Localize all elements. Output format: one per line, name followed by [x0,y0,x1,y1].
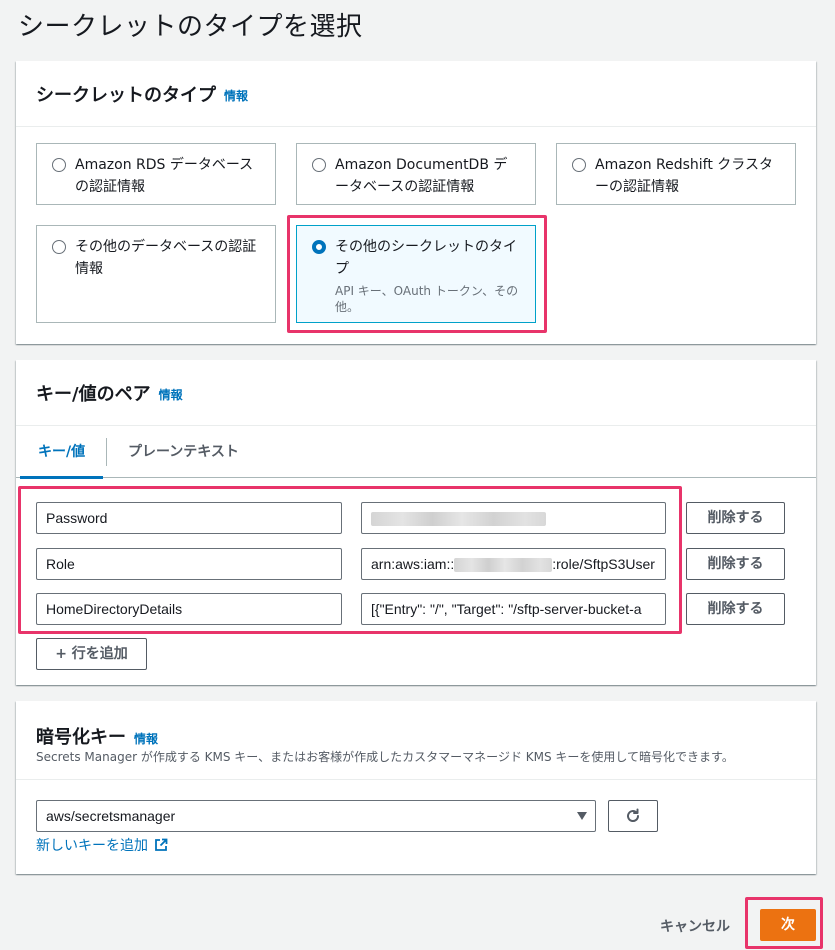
delete-row-button-1[interactable]: 削除する [686,502,785,534]
radio-other-database[interactable] [52,240,66,254]
key-input-home-directory[interactable]: HomeDirectoryDetails [36,593,342,625]
kms-key-select[interactable]: aws/secretsmanager [36,800,596,832]
option-rds-credentials[interactable]: Amazon RDS データベースの認証情報 [36,143,276,205]
option-other-database-credentials[interactable]: その他のデータベースの認証情報 [36,225,276,323]
option-other-database-label: その他のデータベースの認証情報 [75,239,257,277]
option-rds-label: Amazon RDS データベースの認証情報 [75,157,254,195]
radio-rds[interactable] [52,158,66,172]
caret-down-icon [577,812,587,820]
key-value-panel: キー/値のペア 情報 キー/値 プレーンテキスト Password 削除する R… [16,360,816,685]
next-button[interactable]: 次 [760,909,816,941]
refresh-icon [627,808,640,822]
secret-type-panel: シークレットのタイプ 情報 Amazon RDS データベースの認証情報 Ama… [16,61,816,344]
radio-documentdb[interactable] [312,158,326,172]
option-other-secret-description: API キー、OAuth トークン、その他。 [335,284,519,314]
value-input-password[interactable] [361,502,666,534]
add-row-button[interactable]: + 行を追加 [36,638,147,670]
option-documentdb-label: Amazon DocumentDB データベースの認証情報 [335,157,508,195]
encryption-header: 暗号化キー 情報 [36,723,158,749]
option-other-secret-label: その他のシークレットのタイプ [335,239,517,277]
value-input-role[interactable]: arn:aws:iam:::role/SftpS3User [361,548,666,580]
key-value-info-link[interactable]: 情報 [159,386,183,403]
encryption-title: 暗号化キー [36,727,126,748]
key-value-title: キー/値のペア [36,383,151,405]
tab-divider [106,438,107,466]
key-value-tabs: キー/値 プレーンテキスト [16,432,816,479]
page-title: シークレットのタイプを選択 [18,12,363,42]
key-value-header: キー/値のペア 情報 [16,360,816,426]
tab-key-value[interactable]: キー/値 [19,432,104,479]
delete-row-button-3[interactable]: 削除する [686,593,785,625]
external-link-icon [155,838,168,851]
refresh-button[interactable] [608,800,658,832]
option-documentdb-credentials[interactable]: Amazon DocumentDB データベースの認証情報 [296,143,536,205]
encryption-description: Secrets Manager が作成する KMS キー、またはお客様が作成した… [36,750,734,764]
secret-type-header: シークレットのタイプ 情報 [16,61,816,127]
delete-row-button-2[interactable]: 削除する [686,548,785,580]
secret-type-title: シークレットのタイプ [36,84,216,106]
key-input-role[interactable]: Role [36,548,342,580]
new-key-link[interactable]: 新しいキーを追加 [36,835,168,855]
new-key-link-label: 新しいキーを追加 [36,838,148,854]
key-input-password[interactable]: Password [36,502,342,534]
encryption-divider [16,779,816,780]
cancel-button[interactable]: キャンセル [660,916,730,936]
radio-other-secret[interactable] [312,240,326,254]
tab-plaintext[interactable]: プレーンテキスト [128,432,239,478]
encryption-info-link[interactable]: 情報 [134,730,158,747]
kms-key-selected-value: aws/secretsmanager [46,808,176,824]
radio-redshift[interactable] [572,158,586,172]
option-redshift-credentials[interactable]: Amazon Redshift クラスターの認証情報 [556,143,796,205]
redacted-account-id [454,558,553,573]
option-other-secret-type[interactable]: その他のシークレットのタイプ API キー、OAuth トークン、その他。 [296,225,536,323]
redacted-value [371,512,546,527]
role-arn-prefix: arn:aws:iam:: [371,556,455,572]
encryption-key-panel: 暗号化キー 情報 Secrets Manager が作成する KMS キー、また… [16,701,816,874]
value-input-home-directory[interactable]: [{"Entry": "/", "Target": "/sftp-server-… [361,593,666,625]
role-arn-suffix: :role/SftpS3User [552,556,655,572]
secret-type-info-link[interactable]: 情報 [224,87,248,104]
option-redshift-label: Amazon Redshift クラスターの認証情報 [595,157,774,195]
